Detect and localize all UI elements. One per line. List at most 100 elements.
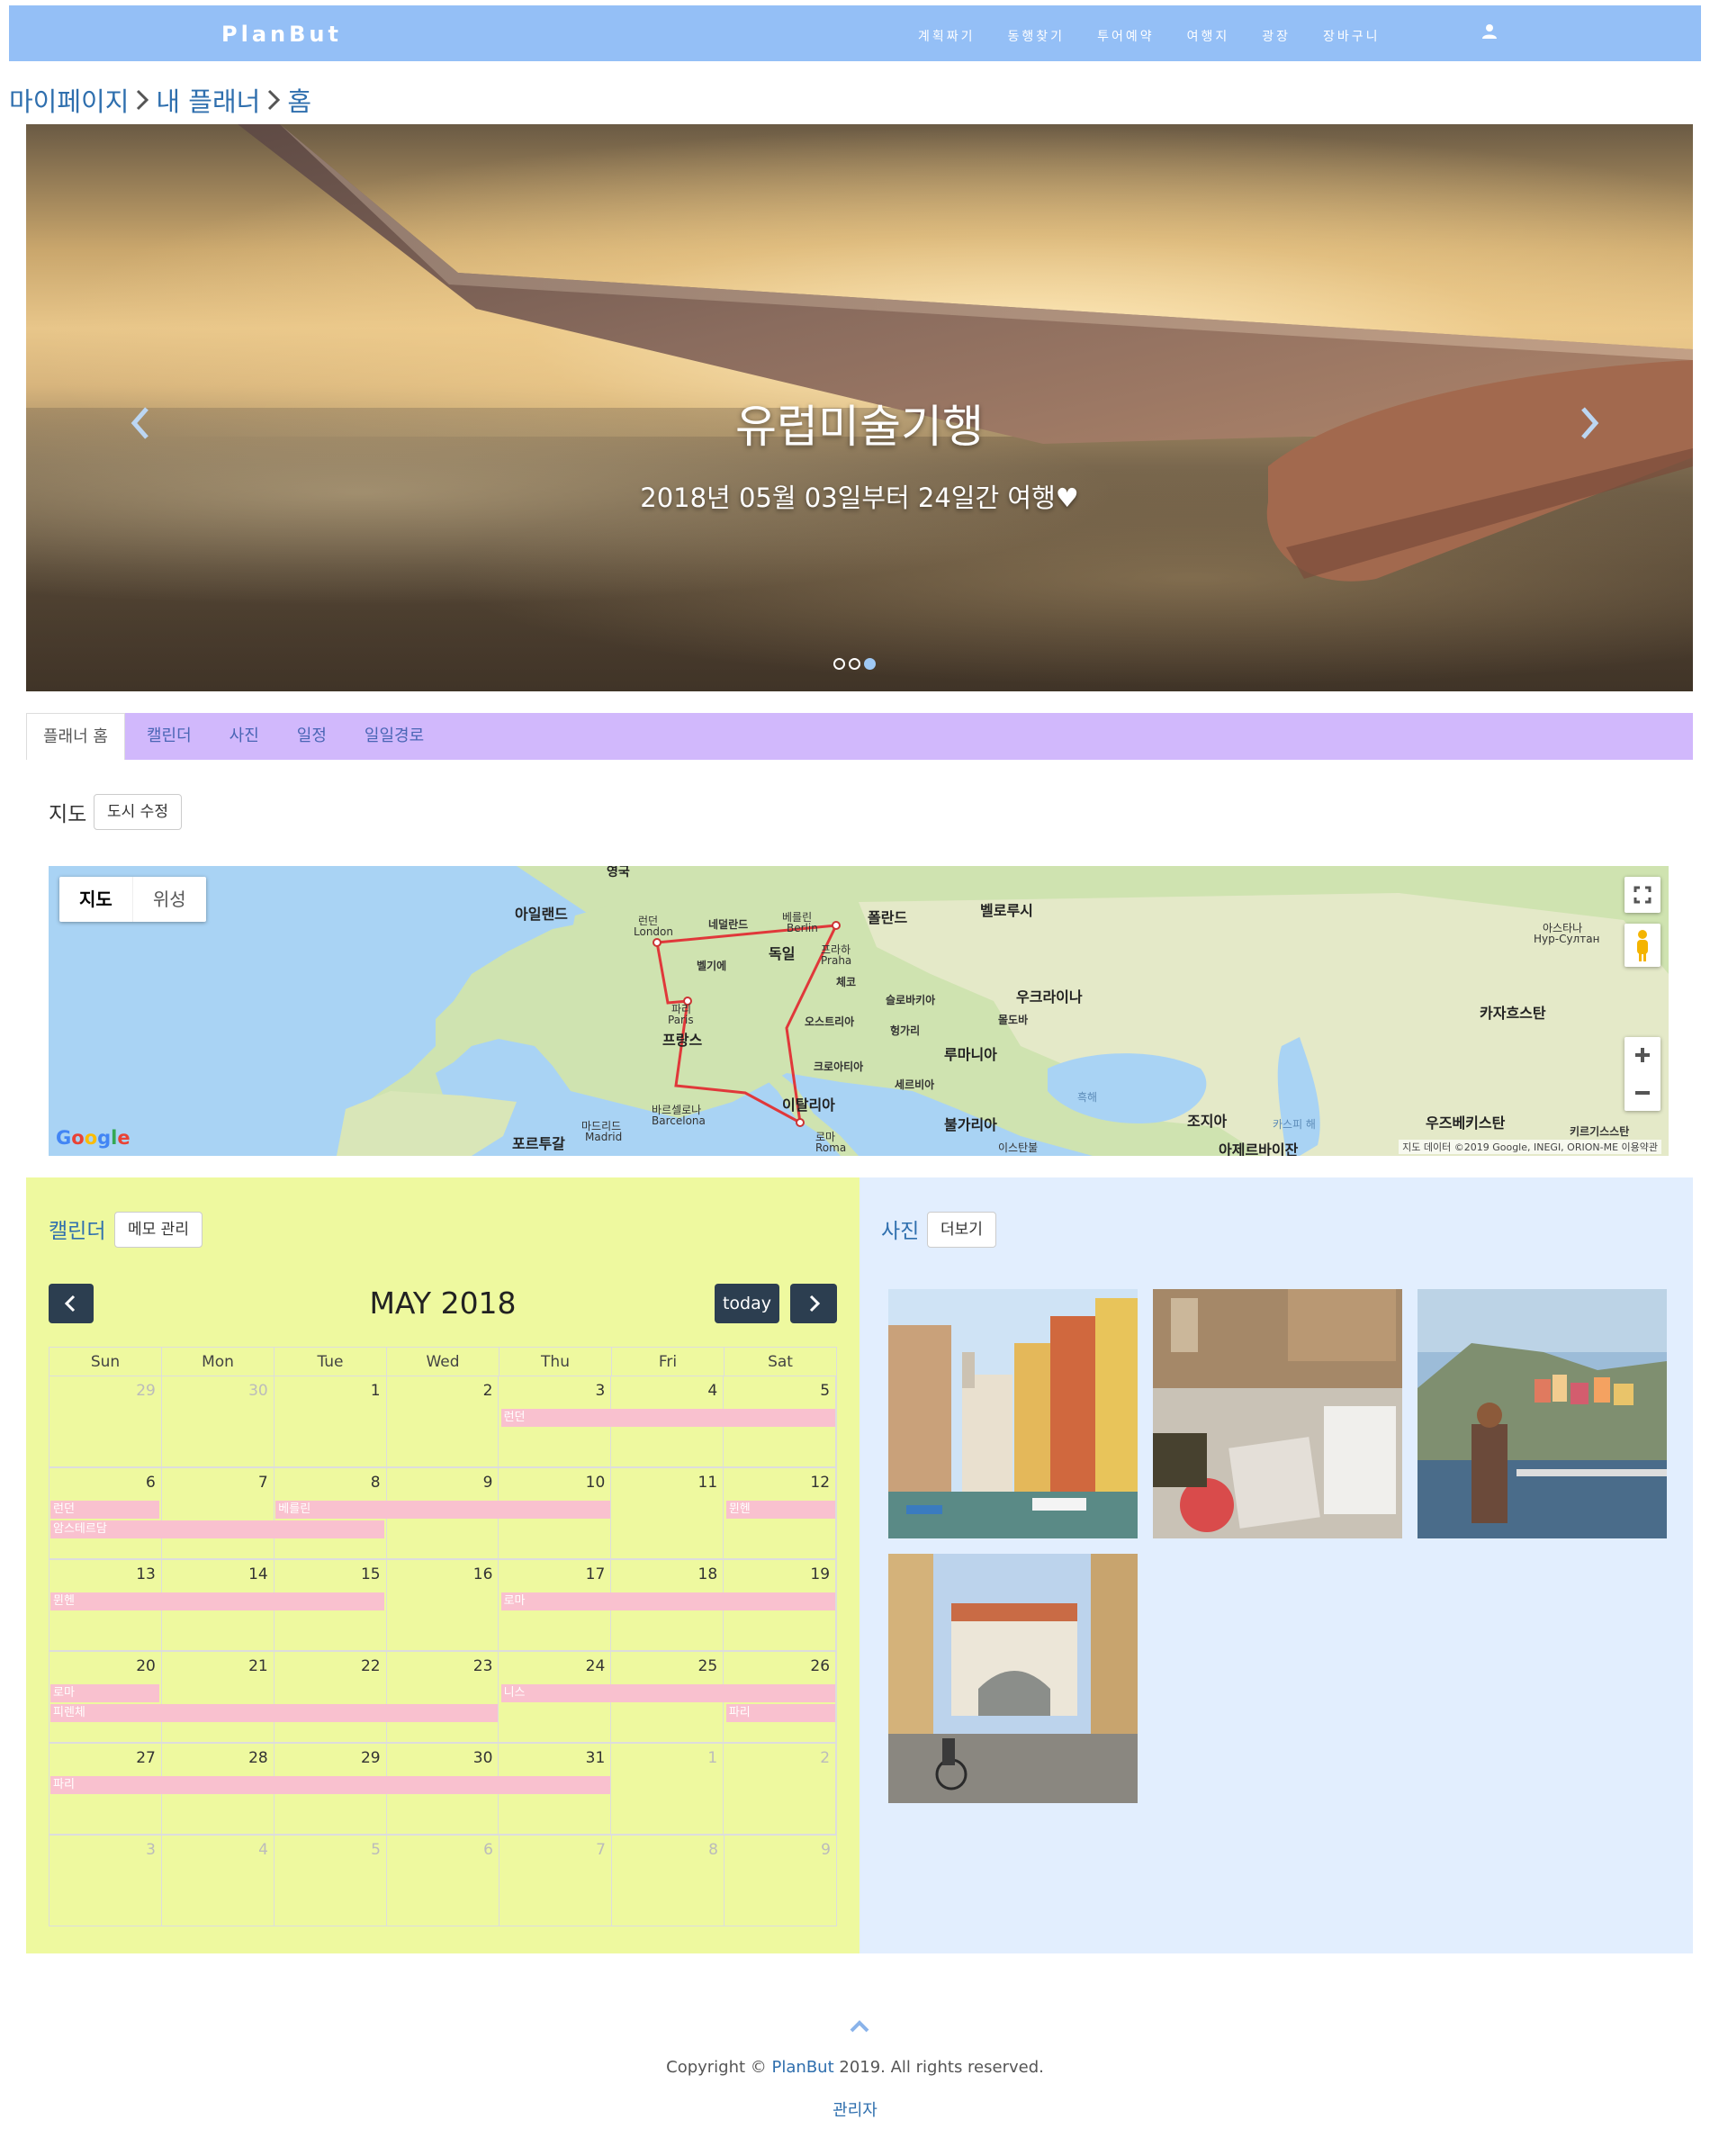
calendar-day-cell[interactable]: 2 (724, 1744, 837, 1834)
calendar-event[interactable]: 로마 (50, 1684, 160, 1702)
map-label: Praha (821, 954, 852, 967)
map-label: 불가리아 (944, 1116, 997, 1133)
calendar-day-cell[interactable]: 22 (274, 1652, 387, 1742)
calendar-event[interactable]: 런던 (50, 1501, 160, 1519)
memo-manage-button[interactable]: 메모 관리 (114, 1212, 202, 1248)
calendar-event[interactable]: 니스 (500, 1684, 835, 1702)
admin-link[interactable]: 관리자 (0, 2097, 1710, 2121)
calendar-day-number: 19 (810, 1565, 831, 1583)
calendar-day-cell[interactable]: 7 (500, 1836, 612, 1926)
fullscreen-icon (1634, 886, 1652, 904)
carousel-dot[interactable] (833, 658, 845, 670)
photo-venice-canal[interactable] (888, 1289, 1138, 1538)
calendar-day-cell[interactable]: 16 (387, 1560, 500, 1650)
brand-logo[interactable]: PlanBut (221, 22, 342, 47)
map-label: 카스피 해 (1273, 1118, 1316, 1131)
calendar-next-button[interactable] (790, 1284, 837, 1323)
breadcrumb-mypage[interactable]: 마이페이지 (9, 81, 129, 119)
map-label: 조지아 (1187, 1113, 1228, 1130)
tab-schedule[interactable]: 일정 (281, 713, 343, 760)
map-label: 우크라이나 (1016, 988, 1083, 1006)
calendar-day-cell[interactable]: 8 (612, 1836, 724, 1926)
carousel-dot-active[interactable] (864, 658, 876, 670)
carousel-dot[interactable] (849, 658, 860, 670)
chevron-right-icon[interactable] (1576, 405, 1603, 441)
photo-cinque-terre-image (1418, 1289, 1667, 1538)
zoom-in-icon[interactable] (1624, 1037, 1660, 1073)
zoom-out-icon[interactable] (1624, 1075, 1660, 1111)
scroll-top-icon[interactable] (849, 2019, 870, 2034)
city-edit-button[interactable]: 도시 수정 (94, 794, 182, 830)
map-label: Paris (668, 1014, 694, 1026)
calendar-day-cell[interactable]: 1 (274, 1376, 387, 1466)
route-map[interactable]: 지도 위성 영국 아일랜드 런던 London 네덜란드 베를린 Berlin … (49, 866, 1669, 1156)
calendar-day-cell[interactable]: 5 (274, 1836, 387, 1926)
calendar-event[interactable]: 파리 (725, 1704, 835, 1722)
user-icon[interactable] (1481, 23, 1498, 40)
calendar-event[interactable]: 베를린 (275, 1501, 610, 1519)
map-label: 폴란드 (868, 909, 908, 926)
calendar-day-cell[interactable]: 1 (611, 1744, 724, 1834)
calendar-day-number: 20 (136, 1657, 156, 1675)
calendar-day-cell[interactable]: 23 (387, 1652, 500, 1742)
calendar-week-row: 13 14 15 16 17 18 19 뮌헨 로마 (49, 1559, 837, 1651)
map-label: 영국 (607, 866, 630, 880)
calendar-heading: 캘린더 (49, 1220, 106, 1243)
chevron-right-icon (137, 89, 149, 111)
chevron-left-icon[interactable] (127, 405, 154, 441)
map-label: Madrid (585, 1131, 623, 1143)
calendar-event[interactable]: 뮌헨 (50, 1592, 385, 1610)
tab-calendar[interactable]: 캘린더 (130, 713, 208, 760)
calendar-event[interactable]: 피렌체 (50, 1704, 498, 1722)
map-label: 오스트리아 (805, 1015, 855, 1028)
calendar-day-cell[interactable]: 7 (162, 1468, 274, 1558)
tab-photos[interactable]: 사진 (213, 713, 275, 760)
street-view-pegman[interactable] (1624, 924, 1660, 967)
calendar-day-cell[interactable]: 29 (50, 1376, 162, 1466)
map-attribution[interactable]: 지도 데이터 ©2019 Google, INEGI, ORION-ME 이용약… (1399, 1140, 1661, 1154)
calendar-day-number: 7 (596, 1841, 606, 1859)
calendar-event[interactable]: 암스테르담 (50, 1520, 385, 1538)
nav-link-plaza[interactable]: 광장 (1262, 27, 1291, 45)
photo-picnic-square[interactable] (1153, 1289, 1402, 1538)
nav-link-companion[interactable]: 동행찾기 (1008, 27, 1066, 45)
chevron-right-icon (809, 1295, 821, 1313)
photo-cinque-terre[interactable] (1418, 1289, 1667, 1538)
calendar-day-cell[interactable]: 21 (162, 1652, 274, 1742)
nav-link-destination[interactable]: 여행지 (1187, 27, 1230, 45)
hero-carousel: 유럽미술기행 2018년 05월 03일부터 24일간 여행♥ (26, 124, 1693, 691)
calendar-day-cell[interactable]: 2 (387, 1376, 500, 1466)
nav-link-tour[interactable]: 투어예약 (1097, 27, 1155, 45)
map-label: 우즈베키스탄 (1426, 1114, 1506, 1132)
calendar-day-number: 30 (472, 1749, 493, 1767)
calendar-day-cell[interactable]: 9 (724, 1836, 836, 1926)
calendar-day-cell[interactable]: 4 (162, 1836, 274, 1926)
calendar-event[interactable]: 파리 (50, 1776, 610, 1794)
calendar-day-cell[interactable]: 11 (611, 1468, 724, 1558)
breadcrumb-my-planner[interactable]: 내 플래너 (156, 81, 260, 119)
footer-brand-link[interactable]: PlanBut (772, 2058, 834, 2077)
tab-daily-route[interactable]: 일일경로 (348, 713, 440, 760)
calendar-day-cell[interactable]: 30 (162, 1376, 274, 1466)
tab-planner-home[interactable]: 플래너 홈 (26, 713, 125, 760)
calendar-day-cell[interactable]: 3 (50, 1836, 162, 1926)
calendar-event[interactable]: 런던 (500, 1409, 835, 1427)
calendar-day-number: 12 (810, 1474, 831, 1492)
map-type-satellite[interactable]: 위성 (131, 877, 206, 922)
calendar-week-row: 27 28 29 30 31 1 2 파리 (49, 1743, 837, 1835)
calendar-event[interactable]: 뮌헨 (725, 1501, 835, 1519)
photos-more-button[interactable]: 더보기 (927, 1212, 996, 1248)
map-label: 아제르바이잔 (1219, 1141, 1299, 1156)
fullscreen-button[interactable] (1624, 877, 1660, 913)
nav-link-plan[interactable]: 계획짜기 (918, 27, 976, 45)
photo-arch-street[interactable] (888, 1554, 1138, 1803)
breadcrumb-home[interactable]: 홈 (287, 81, 311, 119)
map-label: 슬로바키아 (886, 994, 936, 1006)
calendar-day-number: 30 (248, 1382, 268, 1400)
map-type-map[interactable]: 지도 (59, 877, 132, 922)
nav-link-cart[interactable]: 장바구니 (1323, 27, 1381, 45)
map-label: 이스탄불 (998, 1141, 1039, 1154)
calendar-today-button[interactable]: today (715, 1284, 779, 1323)
calendar-event[interactable]: 로마 (500, 1592, 835, 1610)
calendar-day-cell[interactable]: 6 (387, 1836, 500, 1926)
